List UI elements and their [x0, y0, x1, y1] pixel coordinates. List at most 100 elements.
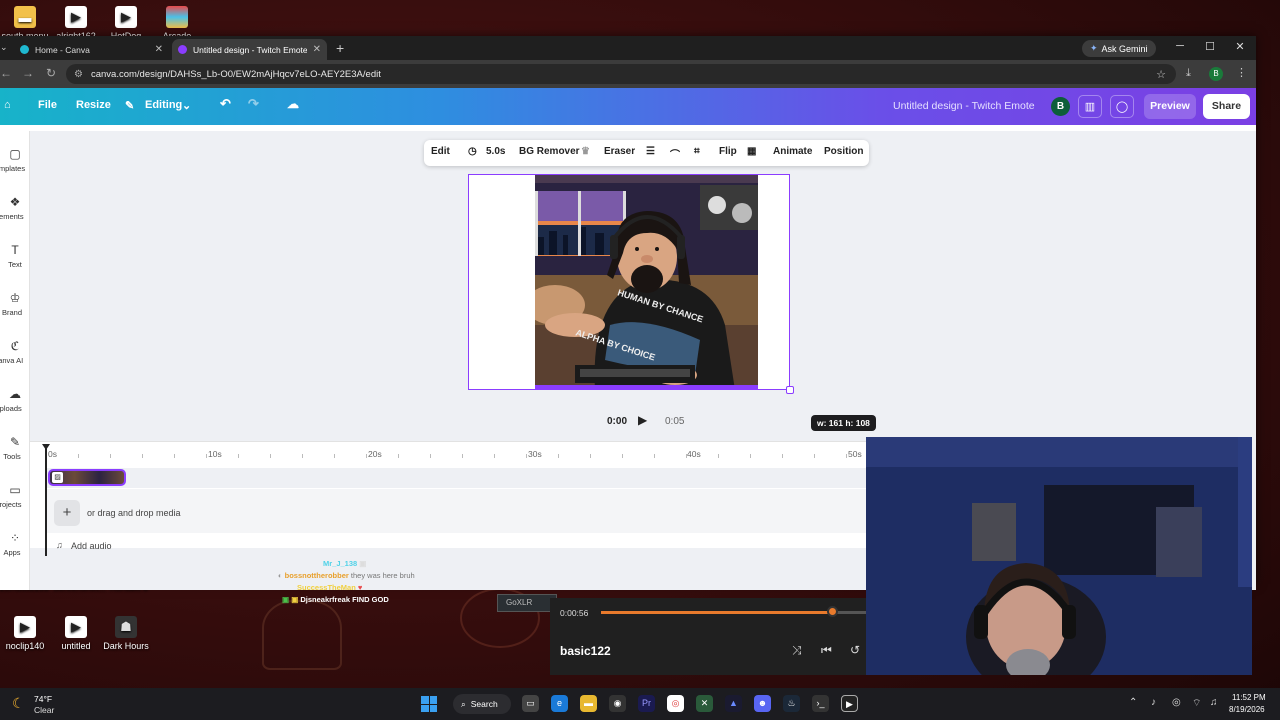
- moon-weather-icon[interactable]: ☾: [12, 695, 25, 712]
- player-seek-knob[interactable]: [826, 606, 838, 617]
- sidebar-item-text[interactable]: T Text: [0, 243, 30, 269]
- back-arrow-icon[interactable]: ←: [0, 66, 12, 80]
- resize-menu[interactable]: Resize: [76, 99, 111, 111]
- add-media-button[interactable]: +: [54, 500, 80, 526]
- home-icon[interactable]: ⌂: [4, 99, 11, 111]
- previous-track-icon[interactable]: ⏮: [821, 643, 832, 658]
- profile-avatar[interactable]: B: [1209, 67, 1223, 81]
- animate-button[interactable]: Animate: [773, 146, 812, 157]
- bg-remover-button[interactable]: BG Remover: [519, 146, 580, 157]
- download-icon[interactable]: ⤓: [1186, 67, 1191, 80]
- sidebar-item-uploads[interactable]: ☁ Uploads: [0, 387, 30, 413]
- comment-icon[interactable]: ◯: [1110, 95, 1134, 118]
- emote-image[interactable]: HUMAN BY CHANCE ALPHA BY CHOICE: [535, 175, 758, 390]
- close-icon[interactable]: ✕: [313, 44, 321, 55]
- play-icon[interactable]: ▶: [638, 413, 647, 427]
- taskbar-search[interactable]: ⌕ Search: [453, 694, 511, 714]
- chat-message: ▣ ▣ Djsneakrfreak FIND GOD: [282, 595, 389, 604]
- insights-chart-icon[interactable]: ▥: [1078, 95, 1102, 118]
- edit-button[interactable]: Edit: [431, 146, 450, 157]
- add-audio-button[interactable]: Add audio: [71, 541, 112, 551]
- tab-untitled-design[interactable]: Untitled design - Twitch Emote ✕: [172, 39, 327, 60]
- redo-icon[interactable]: ↷: [248, 96, 259, 112]
- ruler-tick: [110, 454, 111, 458]
- crop-icon[interactable]: ⌗: [694, 146, 700, 157]
- window-close-icon[interactable]: ✕: [1232, 40, 1248, 53]
- tab-search-chevron-icon[interactable]: ⌄: [0, 42, 8, 53]
- maximize-icon[interactable]: ☐: [1202, 40, 1218, 53]
- sidebar-item-projects[interactable]: ▭ Projects: [0, 483, 30, 509]
- ruler-label: 30s: [528, 449, 542, 459]
- premiere-icon[interactable]: Pr: [638, 695, 655, 712]
- ruler-tick: [718, 454, 719, 458]
- media-player-icon[interactable]: ▶: [841, 695, 858, 712]
- ask-gemini-button[interactable]: ✦ Ask Gemini: [1082, 40, 1156, 57]
- new-tab-button[interactable]: +: [336, 40, 344, 56]
- sidebar-item-tools[interactable]: ✎ Tools: [0, 435, 30, 461]
- position-button[interactable]: Position: [824, 146, 863, 157]
- sidebar-item-apps[interactable]: ⁘ Apps: [0, 531, 30, 557]
- discord-icon[interactable]: ☻: [754, 695, 771, 712]
- preview-button[interactable]: Preview: [1144, 94, 1196, 119]
- obs-icon[interactable]: ◉: [609, 695, 626, 712]
- edge-browser-icon[interactable]: e: [551, 695, 568, 712]
- corner-rounding-icon[interactable]: ⌒: [670, 146, 680, 161]
- file-explorer-icon[interactable]: ▬: [580, 695, 597, 712]
- tab-home-canva[interactable]: Home - Canva ✕: [14, 39, 169, 60]
- browser-menu-icon[interactable]: ⋮: [1236, 66, 1247, 79]
- chevron-down-icon[interactable]: ⌄: [182, 99, 191, 112]
- sidebar-item-canva-ai[interactable]: ℭ Canva AI: [0, 339, 30, 365]
- sidebar-item-brand[interactable]: ♔ Brand: [0, 291, 30, 317]
- media-file-icon: ▶: [14, 616, 36, 638]
- chevron-up-icon[interactable]: ⌃: [1129, 697, 1137, 708]
- excel-like-icon[interactable]: ✕: [696, 695, 713, 712]
- close-icon[interactable]: ✕: [155, 44, 163, 55]
- ruler-tick: [334, 454, 335, 458]
- task-view-icon[interactable]: ▭: [522, 695, 539, 712]
- chat-emote-icon: ▣: [359, 559, 367, 568]
- flip-button[interactable]: Flip: [719, 146, 737, 157]
- network-icon[interactable]: ◎: [1172, 697, 1181, 708]
- wifi-icon[interactable]: ⌔: [1192, 697, 1201, 710]
- steam-icon[interactable]: ♨: [783, 695, 800, 712]
- transparency-icon[interactable]: ▦: [747, 146, 756, 157]
- url-bar[interactable]: ⚙ canva.com/design/DAHSs_Lb-O0/EW2mAjHqc…: [66, 64, 1176, 84]
- playhead[interactable]: [45, 444, 47, 556]
- taskbar-clock-date[interactable]: 8/19/2026: [1229, 705, 1265, 714]
- media-file-icon: ▶: [65, 616, 87, 638]
- shuffle-icon[interactable]: ⤨: [792, 643, 802, 658]
- editing-mode-menu[interactable]: Editing: [145, 99, 182, 111]
- goxlr-window[interactable]: GoXLR: [497, 594, 557, 612]
- forward-arrow-icon[interactable]: →: [22, 66, 34, 80]
- cloud-save-icon[interactable]: ☁: [287, 97, 299, 111]
- taskbar-clock-time[interactable]: 11:52 PM: [1232, 693, 1266, 702]
- timeline-panel: 0s 10s 20s 30s 40s 50s ▨ + or drag and d…: [30, 441, 879, 556]
- app-icon[interactable]: ▲: [725, 695, 742, 712]
- desktop-icon-dark-hours[interactable]: ☗ Dark Hours: [96, 616, 156, 651]
- chrome-icon[interactable]: ◎: [667, 695, 684, 712]
- sidebar-item-elements[interactable]: ❖ Elements: [0, 195, 30, 221]
- ruler-label: 50s: [848, 449, 862, 459]
- resize-handle[interactable]: [786, 386, 794, 394]
- replay-icon[interactable]: ↺: [850, 643, 860, 657]
- site-info-icon[interactable]: ⚙: [74, 69, 83, 80]
- sidebar-item-label: Tools: [3, 452, 21, 461]
- duration-button[interactable]: 5.0s: [486, 146, 505, 157]
- minimize-icon[interactable]: ─: [1172, 40, 1188, 52]
- line-weight-icon[interactable]: ☰: [646, 146, 655, 157]
- ruler-tick: [206, 454, 207, 458]
- reload-icon[interactable]: ↻: [46, 66, 56, 80]
- sidebar-item-templates[interactable]: ▢ Templates: [0, 147, 30, 173]
- element-toolbar: Edit ◷ 5.0s BG Remover ♛ Eraser ☰ ⌒ ⌗ Fl…: [424, 140, 869, 166]
- microphone-icon[interactable]: ♪: [1151, 697, 1156, 708]
- user-avatar[interactable]: B: [1051, 97, 1070, 116]
- file-menu[interactable]: File: [38, 99, 57, 111]
- start-button[interactable]: [421, 696, 437, 712]
- terminal-icon[interactable]: ›_: [812, 695, 829, 712]
- bookmark-star-icon[interactable]: ☆: [1156, 68, 1166, 81]
- design-title[interactable]: Untitled design - Twitch Emote: [893, 100, 1035, 112]
- volume-icon[interactable]: ♫: [1210, 697, 1218, 708]
- share-button[interactable]: Share: [1203, 94, 1250, 119]
- eraser-button[interactable]: Eraser: [604, 146, 635, 157]
- undo-icon[interactable]: ↶: [220, 96, 231, 112]
